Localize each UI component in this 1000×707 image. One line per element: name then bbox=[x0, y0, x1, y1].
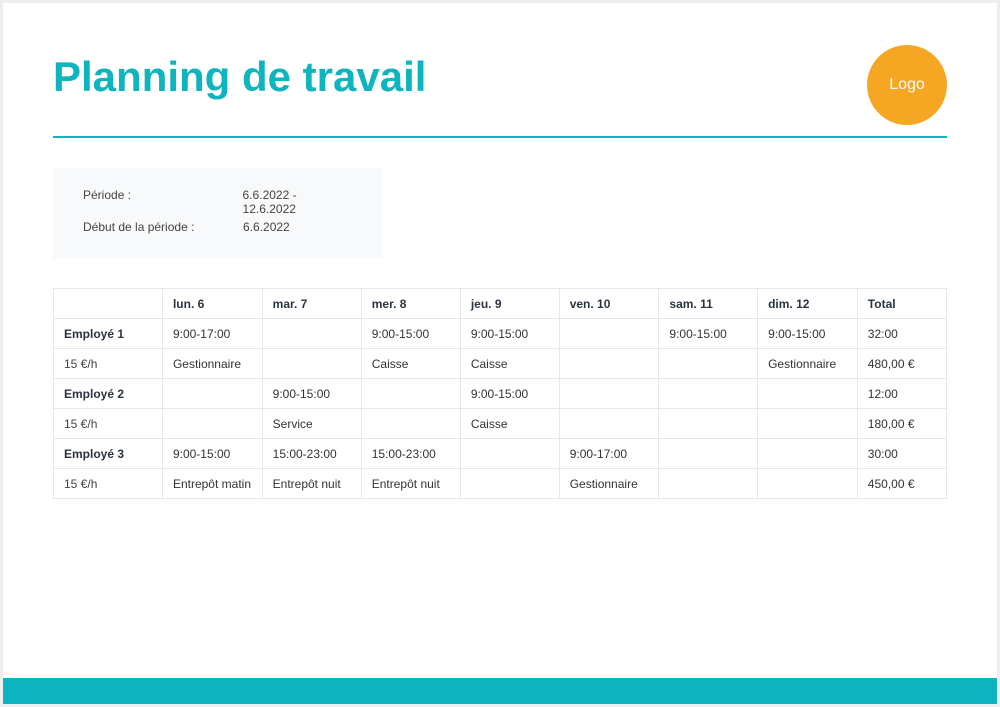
col-header bbox=[54, 289, 163, 319]
cell bbox=[758, 439, 858, 469]
employee-name: Employé 2 bbox=[54, 379, 163, 409]
col-header: sam. 11 bbox=[659, 289, 758, 319]
cell: 9:00-17:00 bbox=[162, 319, 262, 349]
page-title: Planning de travail bbox=[53, 53, 947, 101]
cell bbox=[361, 379, 460, 409]
cell bbox=[659, 349, 758, 379]
cell: 9:00-15:00 bbox=[262, 379, 361, 409]
cell: 9:00-17:00 bbox=[559, 439, 659, 469]
logo-placeholder: Logo bbox=[867, 45, 947, 125]
col-header: lun. 6 bbox=[162, 289, 262, 319]
cell bbox=[559, 409, 659, 439]
table-header-row: lun. 6 mar. 7 mer. 8 jeu. 9 ven. 10 sam.… bbox=[54, 289, 947, 319]
table-row: Employé 3 9:00-15:00 15:00-23:00 15:00-2… bbox=[54, 439, 947, 469]
cell bbox=[559, 319, 659, 349]
table-row: Employé 2 9:00-15:00 9:00-15:00 12:00 bbox=[54, 379, 947, 409]
cell: 32:00 bbox=[857, 319, 946, 349]
employee-name: Employé 1 bbox=[54, 319, 163, 349]
cell bbox=[262, 319, 361, 349]
employee-name: Employé 3 bbox=[54, 439, 163, 469]
cell bbox=[559, 349, 659, 379]
cell bbox=[758, 409, 858, 439]
cell bbox=[361, 409, 460, 439]
col-header: mer. 8 bbox=[361, 289, 460, 319]
cell: Gestionnaire bbox=[162, 349, 262, 379]
col-header: ven. 10 bbox=[559, 289, 659, 319]
cell bbox=[460, 439, 559, 469]
cell bbox=[659, 469, 758, 499]
cell: 9:00-15:00 bbox=[460, 379, 559, 409]
cell: 9:00-15:00 bbox=[659, 319, 758, 349]
cell bbox=[460, 469, 559, 499]
employee-rate: 15 €/h bbox=[54, 409, 163, 439]
col-header: jeu. 9 bbox=[460, 289, 559, 319]
cell: 12:00 bbox=[857, 379, 946, 409]
period-label: Période : bbox=[83, 188, 243, 216]
cell: 450,00 € bbox=[857, 469, 946, 499]
cell: Gestionnaire bbox=[758, 349, 858, 379]
table-row: 15 €/h Gestionnaire Caisse Caisse Gestio… bbox=[54, 349, 947, 379]
employee-rate: 15 €/h bbox=[54, 469, 163, 499]
cell: Service bbox=[262, 409, 361, 439]
period-start-label: Début de la période : bbox=[83, 220, 243, 234]
cell: Caisse bbox=[361, 349, 460, 379]
table-row: 15 €/h Service Caisse 180,00 € bbox=[54, 409, 947, 439]
cell: 30:00 bbox=[857, 439, 946, 469]
cell: 180,00 € bbox=[857, 409, 946, 439]
cell: 480,00 € bbox=[857, 349, 946, 379]
period-value: 6.6.2022 - 12.6.2022 bbox=[243, 188, 353, 216]
cell: 9:00-15:00 bbox=[162, 439, 262, 469]
cell bbox=[559, 379, 659, 409]
col-header: mar. 7 bbox=[262, 289, 361, 319]
cell bbox=[659, 379, 758, 409]
period-box: Période : 6.6.2022 - 12.6.2022 Début de … bbox=[53, 168, 383, 258]
col-header: dim. 12 bbox=[758, 289, 858, 319]
cell: 15:00-23:00 bbox=[361, 439, 460, 469]
schedule-table: lun. 6 mar. 7 mer. 8 jeu. 9 ven. 10 sam.… bbox=[53, 288, 947, 499]
cell: 15:00-23:00 bbox=[262, 439, 361, 469]
period-start-value: 6.6.2022 bbox=[243, 220, 290, 234]
cell: Gestionnaire bbox=[559, 469, 659, 499]
cell: Entrepôt nuit bbox=[262, 469, 361, 499]
cell bbox=[659, 409, 758, 439]
cell: Caisse bbox=[460, 349, 559, 379]
cell bbox=[162, 379, 262, 409]
cell: 9:00-15:00 bbox=[758, 319, 858, 349]
cell: Entrepôt nuit bbox=[361, 469, 460, 499]
cell: 9:00-15:00 bbox=[460, 319, 559, 349]
cell bbox=[659, 439, 758, 469]
divider bbox=[53, 136, 947, 138]
cell: Caisse bbox=[460, 409, 559, 439]
table-row: Employé 1 9:00-17:00 9:00-15:00 9:00-15:… bbox=[54, 319, 947, 349]
cell: Entrepôt matin bbox=[162, 469, 262, 499]
cell bbox=[162, 409, 262, 439]
col-header: Total bbox=[857, 289, 946, 319]
employee-rate: 15 €/h bbox=[54, 349, 163, 379]
table-row: 15 €/h Entrepôt matin Entrepôt nuit Entr… bbox=[54, 469, 947, 499]
cell: 9:00-15:00 bbox=[361, 319, 460, 349]
cell bbox=[262, 349, 361, 379]
footer-bar bbox=[3, 678, 997, 704]
cell bbox=[758, 379, 858, 409]
cell bbox=[758, 469, 858, 499]
